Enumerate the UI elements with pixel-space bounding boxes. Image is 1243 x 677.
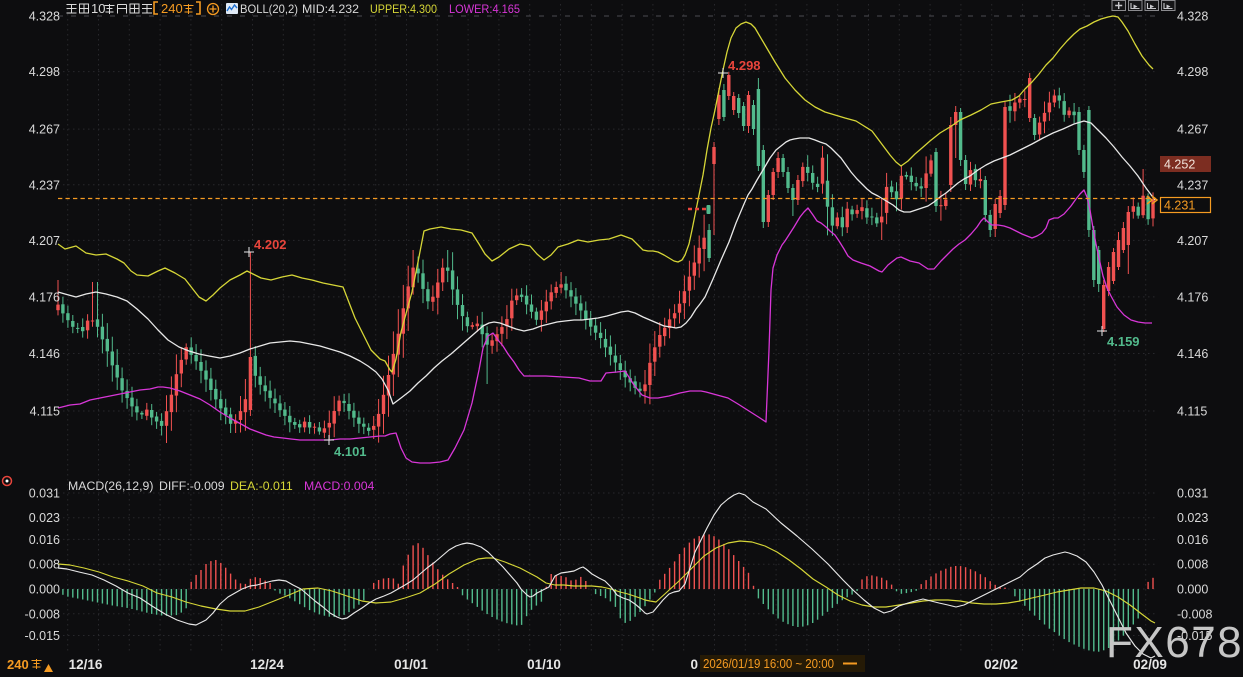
svg-text:FX678: FX678	[1106, 618, 1243, 667]
svg-text:-0.008: -0.008	[25, 607, 60, 621]
svg-text:4.176: 4.176	[29, 290, 60, 304]
svg-text:4.115: 4.115	[30, 405, 60, 419]
svg-text:4.207: 4.207	[29, 234, 60, 248]
svg-text:0.031: 0.031	[1177, 487, 1208, 501]
svg-text:DIFF:-0.009: DIFF:-0.009	[159, 479, 225, 493]
svg-text:4.298: 4.298	[29, 65, 60, 79]
svg-text:4.298: 4.298	[728, 58, 761, 73]
svg-text:2026/01/19 16:00 ~ 20:00: 2026/01/19 16:00 ~ 20:00	[703, 656, 834, 671]
svg-text:MID:4.232: MID:4.232	[302, 2, 359, 16]
svg-text:DEA:-0.011: DEA:-0.011	[230, 479, 293, 493]
svg-text:4.176: 4.176	[1177, 290, 1208, 304]
svg-text:02/02: 02/02	[984, 657, 1018, 672]
svg-text:4.267: 4.267	[29, 123, 60, 137]
svg-text:10: 10	[91, 1, 105, 16]
svg-text:4.298: 4.298	[1177, 65, 1208, 79]
svg-text:0.000: 0.000	[29, 583, 60, 597]
svg-text:0.000: 0.000	[1177, 583, 1208, 597]
svg-text:4.146: 4.146	[1177, 347, 1208, 361]
svg-text:MACD:0.004: MACD:0.004	[304, 479, 375, 493]
svg-text:01/01: 01/01	[394, 657, 428, 672]
svg-text:MACD(26,12,9): MACD(26,12,9)	[68, 479, 153, 493]
svg-text:4.237: 4.237	[29, 178, 60, 192]
svg-text:240: 240	[7, 657, 29, 672]
svg-text:4.101: 4.101	[334, 444, 367, 459]
svg-text:4.328: 4.328	[29, 10, 60, 24]
svg-text:4.252: 4.252	[1164, 158, 1195, 172]
svg-text:4.237: 4.237	[1177, 178, 1208, 192]
svg-text:4.115: 4.115	[1177, 405, 1207, 419]
svg-text:4.328: 4.328	[1177, 10, 1208, 24]
svg-text:0.008: 0.008	[29, 558, 60, 572]
svg-text:01/10: 01/10	[527, 657, 561, 672]
svg-text:-0.015: -0.015	[25, 629, 60, 643]
svg-text:0: 0	[690, 657, 698, 672]
svg-text:0.023: 0.023	[1177, 511, 1208, 525]
svg-text:12/24: 12/24	[250, 657, 284, 672]
svg-text:LOWER:4.165: LOWER:4.165	[449, 2, 520, 16]
svg-text:0.031: 0.031	[29, 487, 60, 501]
svg-text:4.267: 4.267	[1177, 123, 1208, 137]
svg-text:0.016: 0.016	[29, 533, 60, 547]
svg-text:02/09: 02/09	[1133, 657, 1167, 672]
svg-text:4.202: 4.202	[254, 237, 287, 252]
svg-text:BOLL(20,2): BOLL(20,2)	[240, 2, 298, 16]
svg-text:0.008: 0.008	[1177, 558, 1208, 572]
svg-text:4.207: 4.207	[1177, 234, 1208, 248]
svg-text:4.231: 4.231	[1164, 199, 1195, 213]
svg-text:4.159: 4.159	[1107, 334, 1140, 349]
svg-text:0.023: 0.023	[29, 511, 60, 525]
svg-text:UPPER:4.300: UPPER:4.300	[370, 2, 437, 16]
svg-text:0.016: 0.016	[1177, 533, 1208, 547]
svg-text:12/16: 12/16	[69, 657, 103, 672]
svg-text:4.146: 4.146	[29, 347, 60, 361]
svg-text:240: 240	[161, 1, 183, 16]
